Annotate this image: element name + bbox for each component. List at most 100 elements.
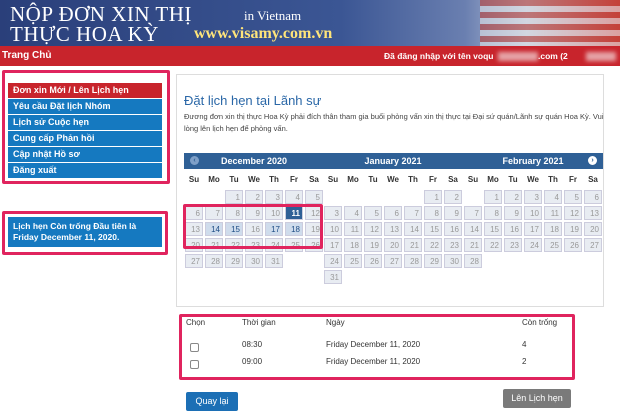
- col-choose: Chọn: [186, 318, 206, 327]
- sidebar-item[interactable]: Đăng xuất: [8, 163, 162, 178]
- weekday-label: Sa: [588, 174, 598, 184]
- day-cell: 24: [324, 254, 342, 268]
- redacted-username: [498, 52, 538, 61]
- day-cell: 30: [245, 254, 263, 268]
- calendar-header: February 2021 ›: [463, 153, 603, 169]
- slot-row[interactable]: 08:30 Friday December 11, 2020 4: [184, 338, 568, 354]
- day-cell: 20: [384, 238, 402, 252]
- day-cell: 4: [344, 206, 362, 220]
- weekday-label: We: [387, 174, 399, 184]
- slot-date: Friday December 11, 2020: [326, 340, 421, 349]
- banner-country: in Vietnam: [244, 8, 302, 23]
- prev-month-icon[interactable]: ‹: [190, 156, 199, 165]
- day-cell: 13: [384, 222, 402, 236]
- day-cell: 5: [305, 190, 323, 204]
- day-grid: 1 2 3 4 5 6 7 8 9 10 11 12 13 14 15 16 17 18 19 20 21 22 23 24 2…: [323, 189, 463, 285]
- redacted-info: [586, 52, 616, 61]
- day-cell: 1: [484, 190, 502, 204]
- day-cell: 19: [564, 222, 582, 236]
- day-cell: 18: [544, 222, 562, 236]
- next-month-icon[interactable]: ›: [588, 156, 597, 165]
- day-cell: 10: [524, 206, 542, 220]
- weekday-label: Fr: [429, 174, 437, 184]
- day-cell: 29: [424, 254, 442, 268]
- day-cell: 19: [364, 238, 382, 252]
- weekday-label: Su: [467, 174, 479, 184]
- slot-row[interactable]: 09:00 Friday December 11, 2020 2: [184, 355, 568, 371]
- day-cell: 22: [484, 238, 502, 252]
- first-available-date: Friday December 11, 2020.: [13, 232, 120, 242]
- weekday-label: Su: [327, 174, 339, 184]
- weekday-label: Sa: [309, 174, 319, 184]
- day-cell: 17: [524, 222, 542, 236]
- sidebar-item[interactable]: Lịch sử Cuộc hẹn: [8, 115, 162, 130]
- day-cell: 4: [285, 190, 303, 204]
- day-cell: 2: [444, 190, 462, 204]
- day-cell: 25: [344, 254, 362, 268]
- sidebar-item[interactable]: Cập nhật Hồ sơ: [8, 147, 162, 162]
- day-cell: 17: [324, 238, 342, 252]
- day-cell: 3: [524, 190, 542, 204]
- weekday-row: Su Mo Tu We Th Fr Sa: [323, 169, 463, 189]
- calendar-title: December 2020: [220, 156, 288, 166]
- day-cell: 1: [225, 190, 243, 204]
- day-cell: 11: [544, 206, 562, 220]
- day-cell: 4: [544, 190, 562, 204]
- weekday-label: Sa: [448, 174, 458, 184]
- day-cell: 2: [245, 190, 263, 204]
- flag-stripes: [480, 0, 620, 46]
- calendar-title: February 2021: [502, 156, 564, 166]
- day-cell: 16: [504, 222, 522, 236]
- day-cell: 5: [364, 206, 382, 220]
- day-cell: 27: [384, 254, 402, 268]
- slot-remaining: 4: [522, 340, 527, 349]
- slot-checkbox[interactable]: [190, 360, 199, 369]
- day-cell: 14: [464, 222, 482, 236]
- weekday-row: Su Mo Tu We Th Fr Sa: [463, 169, 603, 189]
- day-cell: 27: [584, 238, 602, 252]
- empty-cell: [324, 190, 342, 204]
- first-available-box: Lịch hẹn Còn trống Đầu tiên là Friday De…: [8, 217, 162, 247]
- empty-cell: [384, 190, 402, 204]
- empty-cell: [464, 190, 482, 204]
- day-cell: 6: [584, 190, 602, 204]
- top-navbar: Trang Chủ Đã đăng nhập với tên voqu .com…: [0, 46, 620, 66]
- slot-time: 09:00: [242, 357, 263, 366]
- day-cell: 15: [484, 222, 502, 236]
- weekday-label: Fr: [290, 174, 298, 184]
- back-button[interactable]: Quay lại: [186, 392, 238, 411]
- calendar-header: January 2021: [323, 153, 463, 169]
- first-available-label: Lịch hẹn Còn trống Đầu tiên là: [13, 221, 137, 231]
- day-cell: 26: [564, 238, 582, 252]
- day-cell: 28: [205, 254, 223, 268]
- home-link[interactable]: Trang Chủ: [2, 50, 51, 61]
- weekday-label: Tu: [368, 174, 378, 184]
- day-cell: 20: [584, 222, 602, 236]
- day-cell: 26: [364, 254, 382, 268]
- weekday-label: Tu: [508, 174, 518, 184]
- day-cell: 10: [324, 222, 342, 236]
- weekday-label: We: [248, 174, 260, 184]
- email-tail: .com (2: [538, 51, 568, 61]
- day-cell: 18: [344, 238, 362, 252]
- slot-remaining: 2: [522, 357, 527, 366]
- day-cell: 9: [504, 206, 522, 220]
- day-cell: 22: [424, 238, 442, 252]
- slot-checkbox[interactable]: [190, 343, 199, 352]
- banner-url[interactable]: www.visamy.com.vn: [194, 25, 332, 43]
- calendar-month: February 2021 › Su Mo Tu We Th Fr Sa 1 2 3 4 5 6 7 8 9 10 1…: [463, 153, 603, 269]
- banner-title-line2: THỰC HOA KỲ: [10, 22, 159, 46]
- weekday-label: Mo: [208, 174, 220, 184]
- day-cell: 23: [444, 238, 462, 252]
- weekday-label: Mo: [487, 174, 499, 184]
- sidebar-item[interactable]: Cung cấp Phản hồi: [8, 131, 162, 146]
- day-cell: 16: [444, 222, 462, 236]
- sidebar-item[interactable]: Yêu cầu Đặt lịch Nhóm: [8, 99, 162, 114]
- sidebar-item[interactable]: Đơn xin Mới / Lên Lịch hẹn: [8, 83, 162, 98]
- book-appointment-button[interactable]: Lên Lịch hẹn: [503, 389, 571, 408]
- weekday-label: Th: [408, 174, 418, 184]
- day-cell: 13: [584, 206, 602, 220]
- day-cell: 21: [404, 238, 422, 252]
- col-remaining: Còn trống: [522, 318, 558, 327]
- day-cell: 25: [544, 238, 562, 252]
